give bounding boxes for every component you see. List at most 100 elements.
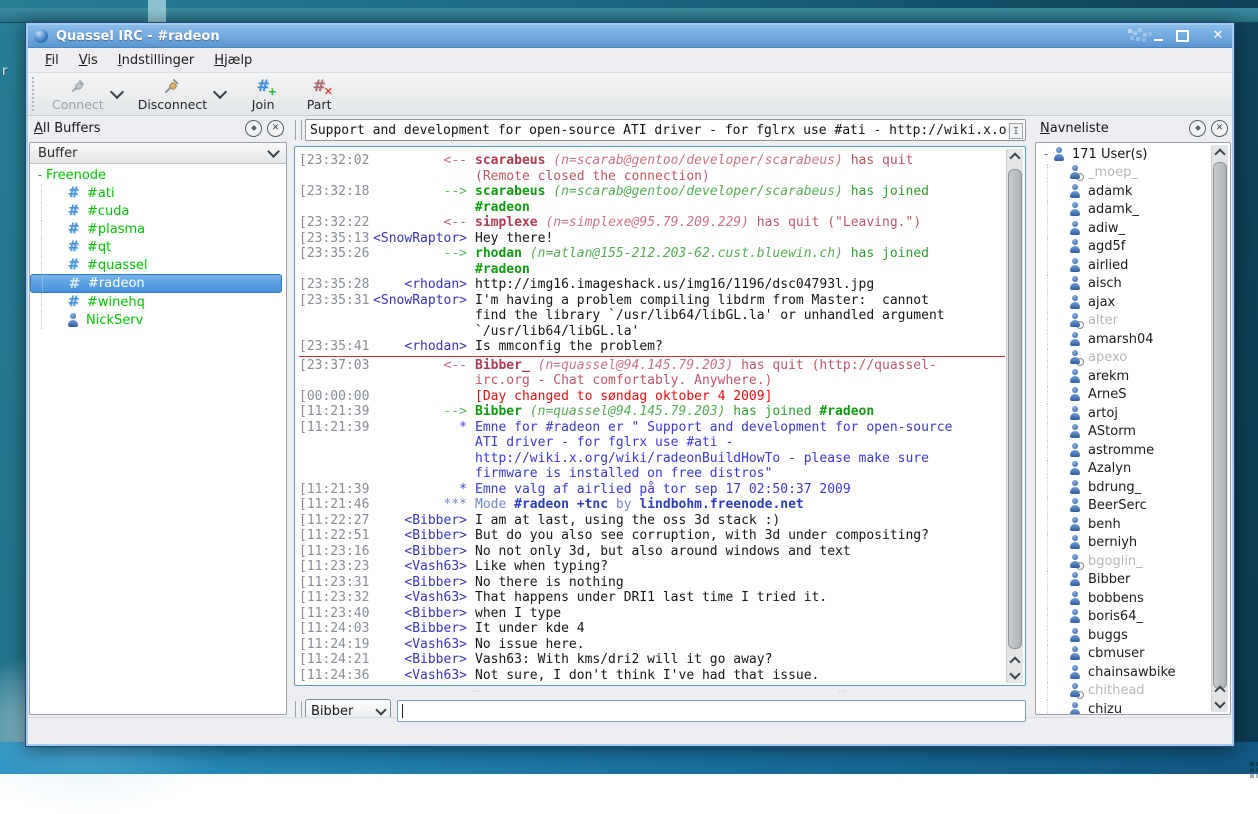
topic-input[interactable]: Support and development for open-source … [305,119,1026,141]
sender: <SnowRaptor> [371,231,467,247]
buffer-label: #winehq [87,295,145,310]
nick-list-root[interactable]: -171 User(s) [1036,145,1212,164]
buffer-item-nickserv[interactable]: NickServ [30,311,286,329]
chat-view[interactable]: [23:32:02<--scarabeus (n=scarab@gentoo/d… [294,146,1026,686]
menu-fil[interactable]: Fil [36,50,68,71]
nick-dock-header[interactable]: Navneliste ✕ [1034,116,1232,140]
nick-item-amarsh04[interactable]: amarsh04 [1036,330,1212,349]
join-button[interactable]: #+ Join [235,75,291,113]
nick-item-astromme[interactable]: astromme [1036,441,1212,460]
message-text: Vash63: With kms/dri2 will it go away? [475,652,960,668]
nick-item-boris64[interactable]: boris64_ [1036,608,1212,627]
sender: <Bibber> [371,528,467,544]
nick-label: adiw_ [1088,221,1125,236]
scroll-up-icon[interactable] [1212,682,1228,696]
menu-indstillinger[interactable]: Indstillinger [109,50,204,71]
scroll-up-icon[interactable] [1212,145,1228,159]
connect-dropdown-icon[interactable] [110,85,124,99]
timestamp: [11:22:27 [299,513,371,529]
nick-item-adamk[interactable]: adamk [1036,182,1212,201]
nick-item-ajax[interactable]: ajax [1036,293,1212,312]
collapse-toggle[interactable]: - [1040,149,1052,159]
buffer-item-cuda[interactable]: #cuda [30,202,286,220]
nick-label: airlied [1088,258,1128,273]
collapse-toggle[interactable]: - [34,170,46,180]
nick-item-astorm[interactable]: AStorm [1036,423,1212,442]
close-icon[interactable]: ✕ [1211,120,1228,137]
chat-message: [11:24:21<Bibber>Vash63: With kms/dri2 w… [299,652,1005,668]
timestamp: [11:22:51 [299,528,371,544]
message-text: Emne valg af airlied på tor sep 17 02:50… [475,482,960,498]
chat-scrollbar-handle[interactable] [1008,169,1022,649]
nick-item-arnes[interactable]: ArneS [1036,386,1212,405]
nick-item-apexo[interactable]: apexo [1036,349,1212,368]
splitter-horizontal[interactable]: ⋯⋯ [294,686,1026,698]
menu-hjaelp[interactable]: Hjælp [205,50,261,71]
connect-button[interactable]: Connect [46,75,110,113]
disconnect-button[interactable]: Disconnect [132,75,213,113]
clock-badge-icon [1076,173,1084,181]
nick-item-airlied[interactable]: airlied [1036,256,1212,275]
nick-item-arekm[interactable]: arekm [1036,367,1212,386]
nick-item-beerserc[interactable]: BeerSerc [1036,497,1212,516]
buffer-item-radeon[interactable]: #radeon [30,274,282,293]
user-icon [1068,702,1082,714]
buffer-item-qt[interactable]: #qt [30,238,286,256]
chat-message: [23:35:31<SnowRaptor>I'm having a proble… [299,293,1005,340]
nick-item-agd5f[interactable]: agd5f [1036,238,1212,257]
part-button[interactable]: #✕ Part [291,75,347,113]
scroll-down-icon[interactable] [1007,668,1023,682]
nick-item-berniyh[interactable]: berniyh [1036,534,1212,553]
buffer-column-header[interactable]: Buffer [30,143,286,164]
nick-item-moep[interactable]: _moep_ [1036,164,1212,183]
timestamp: [23:35:31 [299,293,371,340]
disconnect-dropdown-icon[interactable] [213,85,227,99]
part-channel-icon: #✕ [312,76,325,96]
maximize-icon[interactable] [1174,28,1190,44]
titlebar[interactable]: Quassel IRC - #radeon ✕ [28,25,1232,48]
nick-item-buggs[interactable]: buggs [1036,626,1212,645]
scroll-up-icon[interactable] [1007,653,1023,667]
nick-item-adamk[interactable]: adamk_ [1036,201,1212,220]
nick-item-benh[interactable]: benh [1036,515,1212,534]
splitter-right[interactable] [1026,116,1034,717]
resize-grip-icon[interactable] [1250,762,1254,766]
menu-vis[interactable]: Vis [70,50,107,71]
message-input[interactable] [397,700,1026,722]
nick-scrollbar[interactable] [1211,145,1228,712]
nick-item-azalyn[interactable]: Azalyn [1036,460,1212,479]
scroll-up-icon[interactable] [1007,149,1023,163]
minimize-icon[interactable] [1150,28,1166,44]
chat-scrollbar[interactable] [1006,149,1023,683]
nick-item-chizu[interactable]: chizu [1036,700,1212,714]
buffer-item-ati[interactable]: #ati [30,184,286,202]
sender: <-- [371,215,467,231]
nick-item-adiw[interactable]: adiw_ [1036,219,1212,238]
nick-item-aisch[interactable]: aisch [1036,275,1212,294]
channel-icon [67,276,82,292]
buffer-item-quassel[interactable]: #quassel [30,256,286,274]
toolbar-handle[interactable] [32,77,40,111]
buffer-item-winehq[interactable]: #winehq [30,293,286,311]
nick-item-bgoglin[interactable]: bgoglin_ [1036,552,1212,571]
float-icon[interactable] [1189,120,1206,137]
nick-item-bibber[interactable]: Bibber [1036,571,1212,590]
nick-item-cbmuser[interactable]: cbmuser [1036,645,1212,664]
float-icon[interactable] [245,120,262,137]
buffer-dock-header[interactable]: All Buffers ✕ [28,116,288,140]
close-icon[interactable]: ✕ [1210,28,1226,44]
buffer-item-freenode[interactable]: -Freenode [30,166,286,184]
message-text: That happens under DRI1 last time I trie… [475,590,960,606]
nick-scrollbar-handle[interactable] [1213,162,1227,689]
nick-item-chainsawbike[interactable]: chainsawbike [1036,663,1212,682]
nick-item-artoj[interactable]: artoj [1036,404,1212,423]
nick-item-bdrung[interactable]: bdrung_ [1036,478,1212,497]
nick-item-chithead[interactable]: chithead [1036,682,1212,701]
scroll-down-icon[interactable] [1212,697,1228,711]
close-icon[interactable]: ✕ [267,120,284,137]
buffer-item-plasma[interactable]: #plasma [30,220,286,238]
nick-item-alter[interactable]: alter [1036,312,1212,331]
topic-handle[interactable] [295,120,302,140]
nick-label: BeerSerc [1088,498,1147,513]
nick-item-bobbens[interactable]: bobbens [1036,589,1212,608]
